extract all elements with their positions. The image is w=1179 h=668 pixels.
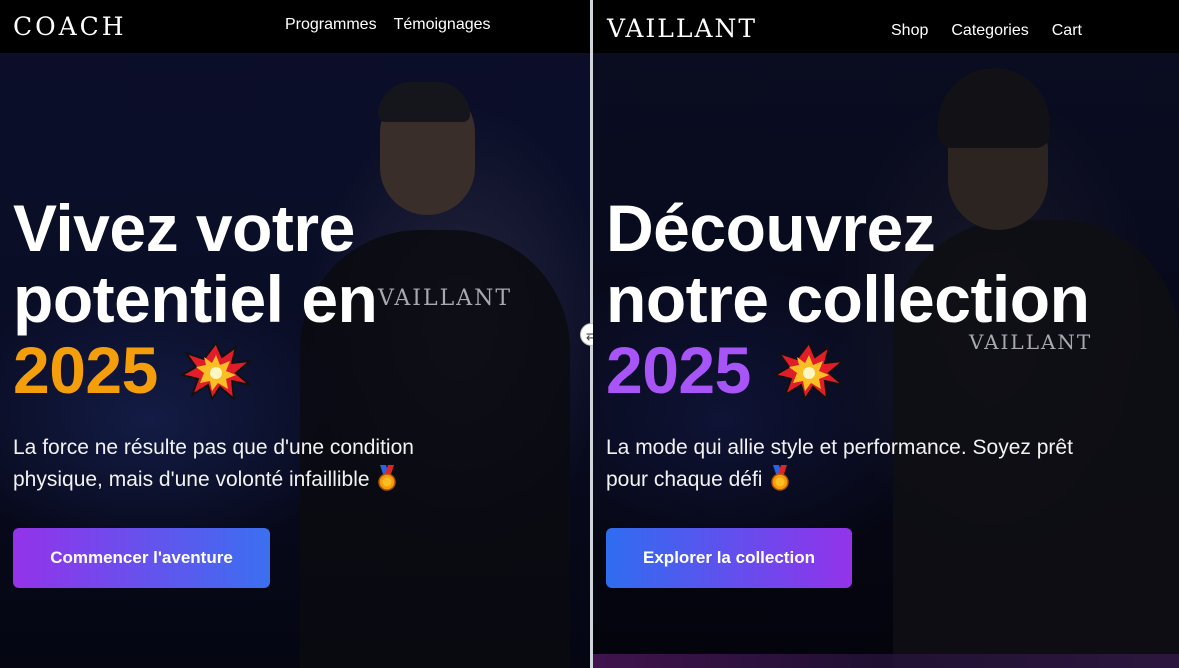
medal-icon [771,465,790,491]
nav-link-categories[interactable]: Categories [951,22,1028,40]
hero-year: 2025 [13,333,158,407]
athlete-cap [378,82,470,122]
hero-subtitle-line-1: La mode qui allie style et performance. … [606,436,1073,459]
top-navigation-bar: VAILLANT Shop Categories Cart [593,0,1179,53]
top-navigation-bar: COACH Programmes Témoignages [0,0,590,53]
hero-subtitle-line-1: La force ne résulte pas que d'une condit… [13,436,414,459]
nav-link-cart[interactable]: Cart [1052,22,1082,40]
hero-title-line-2: potentiel en [13,262,378,336]
hero-title: Découvrez notre collection 2025 [606,191,1090,406]
hero-subtitle: La force ne résulte pas que d'une condit… [13,432,414,496]
nav-link-programmes[interactable]: Programmes [285,16,377,34]
hero-title-line-1: Vivez votre [13,191,355,265]
nav-link-temoignages[interactable]: Témoignages [394,16,491,34]
start-adventure-button[interactable]: Commencer l'aventure [13,528,270,588]
hero-subtitle-line-2: physique, mais d'une volonté infaillible [13,468,370,491]
hero-title-line-1: Découvrez [606,191,936,265]
coach-panel: VAILLANT COACH Programmes Témoignages Vi… [0,0,590,668]
hero-subtitle-line-2: pour chaque défi [606,468,763,491]
explore-collection-button[interactable]: Explorer la collection [606,528,852,588]
hero-title-line-3: 2025 [606,335,1089,406]
hero-title: Vivez votre potentiel en 2025 [13,191,378,406]
hero-year: 2025 [606,333,751,407]
vaillant-logo[interactable]: VAILLANT [607,14,757,43]
shirt-logo: VAILLANT [378,286,513,311]
hero-subtitle: La mode qui allie style et performance. … [606,432,1073,496]
coach-logo[interactable]: COACH [13,12,127,41]
hero-title-line-3: 2025 [13,335,377,406]
main-nav: Shop Categories Cart [891,22,1082,40]
main-nav: Programmes Témoignages [285,16,491,34]
collision-burst-icon [772,340,845,401]
collision-burst-icon [179,340,252,401]
vaillant-panel: VAILLANT VAILLANT Shop Categories Cart D… [593,0,1179,668]
medal-icon [378,465,397,491]
hero-title-line-2: notre collection [606,262,1090,336]
bottom-glow [593,654,1179,668]
nav-link-shop[interactable]: Shop [891,22,928,40]
